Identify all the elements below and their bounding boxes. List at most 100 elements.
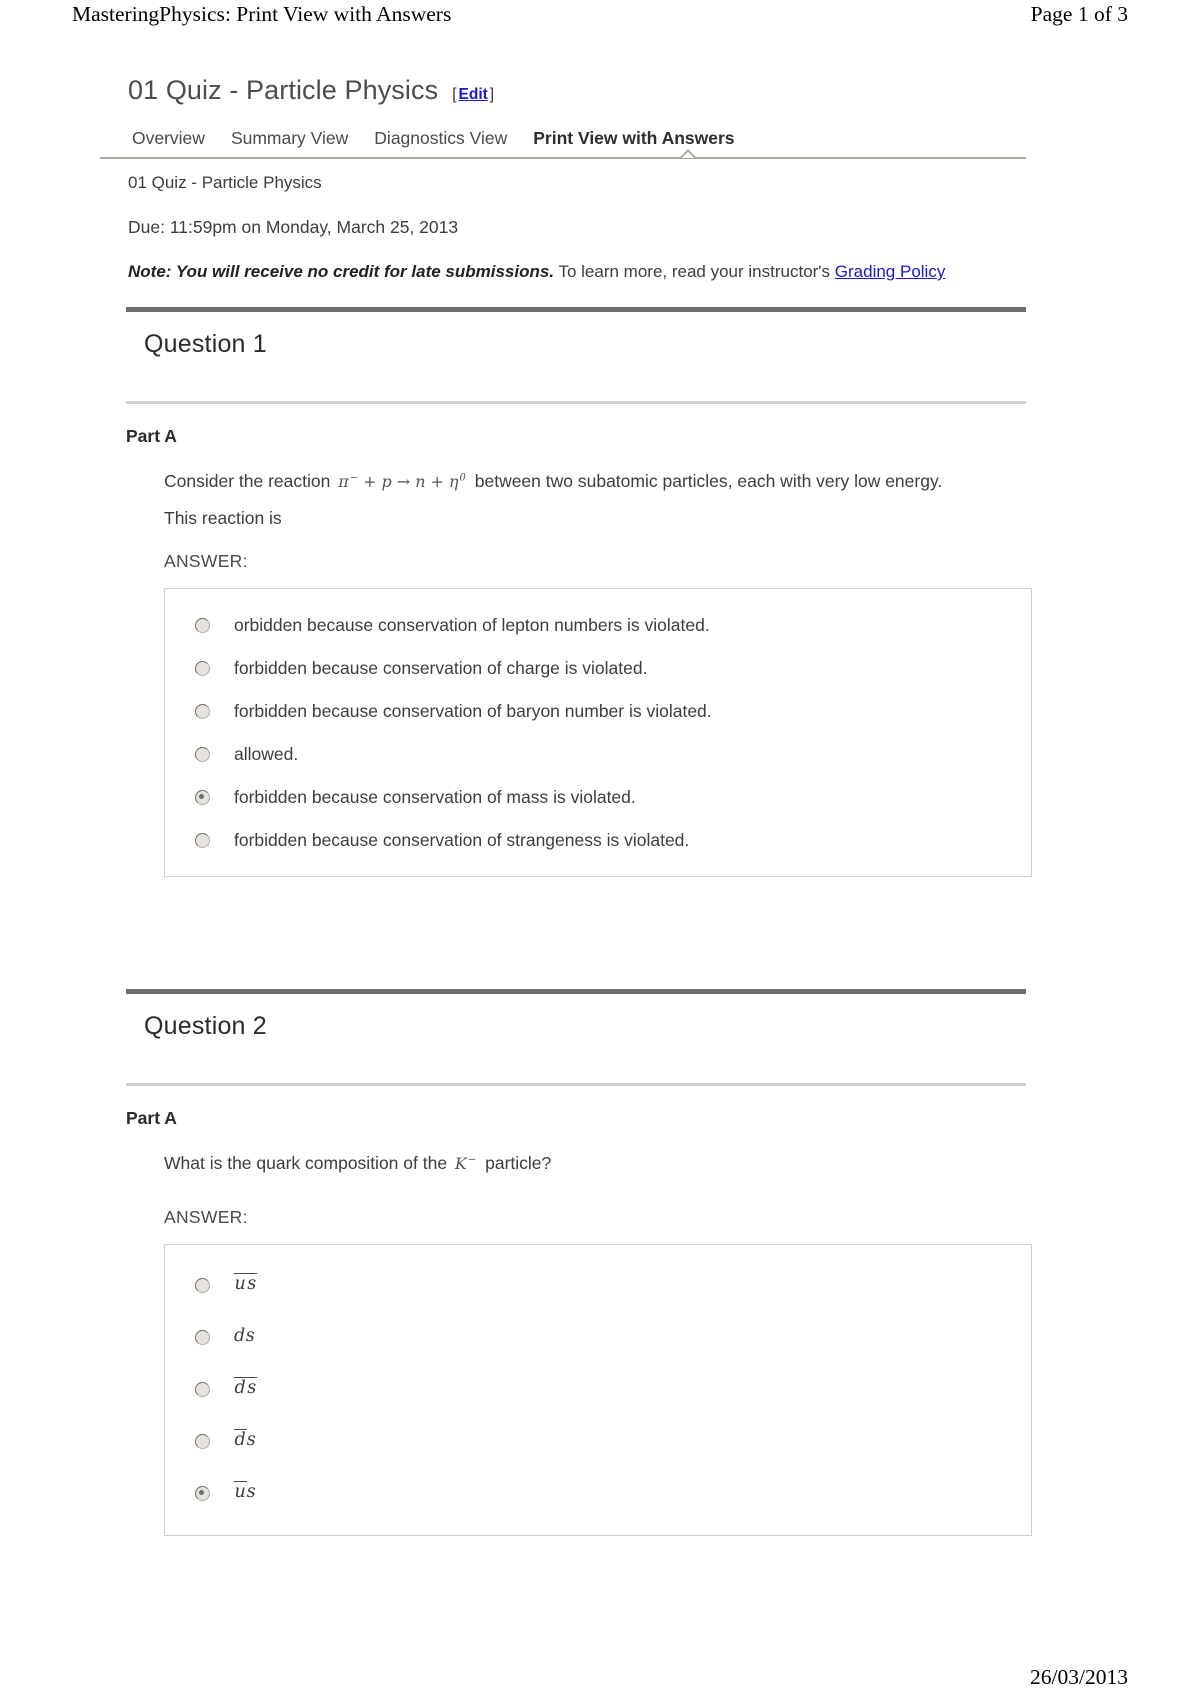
eq-arrow: →: [396, 472, 412, 492]
note-rest-text: To learn more, read your instructor's: [554, 262, 835, 281]
radio-button-icon[interactable]: [195, 1381, 210, 1397]
question-bottom-rule: [126, 1083, 1026, 1087]
prompt-prefix: Consider the reaction: [164, 471, 336, 492]
radio-button-icon[interactable]: [195, 833, 210, 849]
view-tabs: Overview Summary View Diagnostics View P…: [128, 128, 1026, 157]
question-title-1: Question 1: [144, 330, 267, 359]
choice-label: forbidden because conservation of charge…: [234, 658, 648, 679]
part-body-q2-a: What is the quark composition of the K− …: [164, 1151, 1032, 1536]
page-title: 01 Quiz - Particle Physics: [128, 75, 439, 105]
choice-option-selected[interactable]: forbidden because conservation of mass i…: [165, 787, 1031, 809]
radio-button-icon[interactable]: [195, 1277, 210, 1293]
quark-u-antiquark: u: [234, 1272, 247, 1294]
radio-button-icon[interactable]: [195, 618, 210, 634]
eq-term-eta-charge: 0: [459, 472, 467, 484]
eq-plus-2: +: [430, 472, 445, 492]
radio-button-icon[interactable]: [195, 704, 210, 720]
quark-s: s: [246, 1429, 257, 1450]
running-header: MasteringPhysics: Print View with Answer…: [0, 0, 1200, 36]
particle-charge: −: [467, 1155, 478, 1167]
eq-term-pi-charge: −: [349, 472, 360, 484]
quark-s-antiquark: s: [246, 1272, 258, 1294]
quark-d-antiquark: d: [234, 1376, 247, 1398]
choice-option[interactable]: forbidden because conservation of charge…: [165, 658, 1031, 680]
eq-plus-1: +: [363, 472, 378, 492]
choice-option[interactable]: forbidden because conservation of strang…: [165, 830, 1031, 852]
late-submission-note: Note: You will receive no credit for lat…: [128, 261, 1026, 283]
question-block-1: Question 1 Part A Consider the reaction …: [126, 307, 1032, 878]
bracket-close: ]: [489, 86, 495, 103]
assignment-title-row: 01 Quiz - Particle Physics [Edit]: [128, 75, 1026, 106]
note-emphasis: Note: You will receive no credit for lat…: [128, 262, 555, 281]
radio-button-selected-icon[interactable]: [195, 1485, 210, 1501]
question-top-rule: [126, 989, 1026, 995]
choice-label-quark: us: [234, 1480, 257, 1503]
choice-option[interactable]: us: [165, 1272, 1031, 1297]
choice-option[interactable]: orbidden because conservation of lepton …: [165, 615, 1031, 637]
active-tab-caret-icon: [678, 148, 698, 158]
quark-d-antiquark: d: [234, 1428, 247, 1450]
choice-label: forbidden because conservation of mass i…: [234, 787, 636, 808]
choice-option-selected[interactable]: us: [165, 1480, 1031, 1505]
edit-link[interactable]: Edit: [457, 86, 490, 103]
assignment-due-date: Due: 11:59pm on Monday, March 25, 2013: [128, 217, 459, 237]
eq-term-proton: p: [381, 472, 393, 492]
particle-letter: K: [454, 1154, 468, 1174]
tab-summary-view[interactable]: Summary View: [231, 128, 374, 149]
question-title-2: Question 2: [144, 1012, 267, 1041]
bracket-open: [: [452, 86, 457, 103]
running-footer: 26/03/2013: [0, 1665, 1200, 1690]
choice-label: allowed.: [234, 744, 299, 765]
kaon-symbol: K−: [452, 1154, 480, 1173]
answer-label-q2: ANSWER:: [164, 1206, 248, 1227]
part-label-q2-a: Part A: [126, 1108, 177, 1129]
grading-policy-link[interactable]: Grading Policy: [835, 262, 946, 281]
prompt-suffix: between two subatomic particles, each wi…: [469, 471, 943, 492]
radio-button-icon[interactable]: [195, 1433, 210, 1449]
edit-link-wrapper: [Edit]: [452, 86, 494, 104]
part-body-q1-a: Consider the reaction π− + p → n + η0 between …: [164, 469, 1032, 878]
print-page: MasteringPhysics: Print View with Answer…: [0, 0, 1200, 1698]
header-page-indicator: Page 1 of 3: [1030, 2, 1128, 26]
choice-label: forbidden because conservation of baryon…: [234, 701, 712, 722]
tab-underline-rule: [100, 157, 1026, 159]
radio-button-icon[interactable]: [195, 1329, 210, 1345]
radio-button-icon[interactable]: [195, 747, 210, 763]
question-prompt-q1: Consider the reaction π− + p → n + η0 between …: [164, 469, 1026, 494]
question-prompt-q2: What is the quark composition of the K− …: [164, 1151, 1026, 1176]
choice-label-quark: ds: [234, 1326, 255, 1347]
prompt-suffix: particle?: [480, 1153, 552, 1174]
radio-button-selected-icon[interactable]: [195, 790, 210, 806]
answer-choices-q1: orbidden because conservation of lepton …: [164, 588, 1032, 878]
choice-option[interactable]: forbidden because conservation of baryon…: [165, 701, 1031, 723]
radio-button-icon[interactable]: [195, 661, 210, 677]
eq-term-neutron: n: [415, 472, 427, 492]
choice-label-quark: ds: [234, 1376, 258, 1399]
eq-term-eta: η: [448, 472, 460, 492]
choice-option[interactable]: ds: [165, 1428, 1031, 1453]
answer-label-q1: ANSWER:: [164, 551, 248, 572]
quark-d: d: [234, 1325, 246, 1346]
tab-diagnostics-view[interactable]: Diagnostics View: [374, 128, 533, 149]
quark-s-antiquark: s: [246, 1376, 258, 1398]
choice-option[interactable]: ds: [165, 1376, 1031, 1401]
choice-option[interactable]: ds: [165, 1326, 1031, 1349]
choice-option[interactable]: allowed.: [165, 744, 1031, 766]
tab-print-view-with-answers[interactable]: Print View with Answers: [533, 128, 760, 149]
choice-label: orbidden because conservation of lepton …: [234, 615, 710, 636]
quark-s: s: [245, 1325, 256, 1346]
answer-choices-q2: us ds ds ds us: [164, 1243, 1032, 1536]
question-top-rule: [126, 307, 1026, 313]
reaction-equation: π− + p → n + η0: [335, 472, 470, 491]
quark-s: s: [246, 1481, 257, 1502]
choice-label-quark: us: [234, 1272, 258, 1295]
question-prompt-q1-line2: This reaction is: [164, 508, 282, 529]
content-column: 01 Quiz - Particle Physics [Edit] Overvi…: [100, 75, 1032, 1536]
quark-u-antiquark: u: [234, 1480, 247, 1502]
header-document-title: MasteringPhysics: Print View with Answer…: [72, 2, 452, 26]
part-label-q1-a: Part A: [126, 426, 177, 447]
choice-label-quark: ds: [234, 1428, 257, 1451]
tab-overview[interactable]: Overview: [128, 128, 231, 149]
prompt-prefix: What is the quark composition of the: [164, 1153, 452, 1174]
footer-date: 26/03/2013: [1030, 1665, 1128, 1689]
